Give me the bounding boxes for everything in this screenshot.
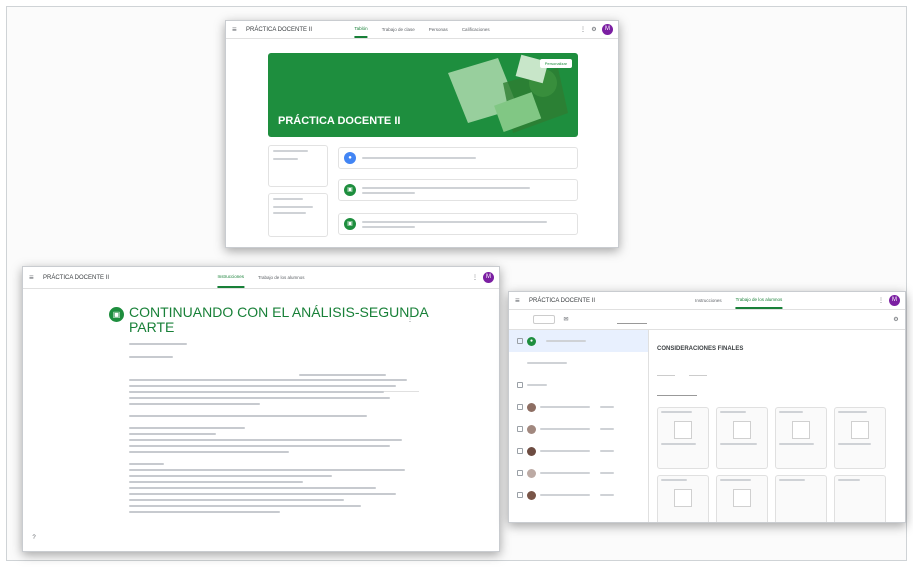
section-heading: CONSIDERACIONES FINALES bbox=[657, 346, 744, 352]
avatar[interactable]: M bbox=[483, 272, 494, 283]
help-icon[interactable]: ? bbox=[31, 535, 37, 541]
list-item[interactable] bbox=[509, 352, 648, 374]
stats bbox=[657, 362, 707, 376]
filter-select[interactable] bbox=[657, 390, 697, 396]
class-title[interactable]: PRÁCTICA DOCENTE II bbox=[43, 275, 109, 281]
table-row[interactable] bbox=[509, 396, 648, 418]
student-work-window: ≡ PRÁCTICA DOCENTE II Instrucciones Trab… bbox=[508, 291, 906, 523]
settings-icon[interactable]: ⚙ bbox=[893, 317, 899, 323]
student-tile[interactable] bbox=[834, 475, 886, 522]
student-tile[interactable] bbox=[834, 407, 886, 469]
tab-student-work[interactable]: Trabajo de los alumnos bbox=[735, 292, 783, 309]
stream-post[interactable]: ▣ bbox=[338, 213, 578, 235]
tab-grades[interactable]: Calificaciones bbox=[462, 21, 490, 38]
mail-icon[interactable]: ✉ bbox=[563, 317, 569, 323]
list-item[interactable]: ● bbox=[509, 330, 648, 352]
stream-post[interactable]: ▣ bbox=[338, 179, 578, 201]
nav-tabs: Tablón Trabajo de clase Personas Calific… bbox=[354, 21, 490, 38]
class-code-card bbox=[268, 145, 328, 187]
share-box[interactable]: ● bbox=[338, 147, 578, 169]
student-list: ● bbox=[509, 330, 649, 522]
assignment-icon: ▣ bbox=[344, 218, 356, 230]
more-options-icon[interactable]: ⋮ bbox=[407, 317, 413, 323]
class-title[interactable]: PRÁCTICA DOCENTE II bbox=[529, 298, 595, 304]
instructions-text bbox=[129, 379, 419, 517]
tab-instructions[interactable]: Instrucciones bbox=[217, 267, 244, 288]
banner-title: PRÁCTICA DOCENTE II bbox=[278, 115, 401, 127]
class-stream-window: ≡ PRÁCTICA DOCENTE II Tablón Trabajo de … bbox=[225, 20, 619, 248]
avatar[interactable]: M bbox=[602, 24, 613, 35]
table-row[interactable] bbox=[509, 440, 648, 462]
user-avatar: ● bbox=[344, 152, 356, 164]
assignment-icon: ▣ bbox=[109, 307, 124, 322]
turned-in-stat bbox=[657, 362, 675, 376]
nav-tabs: Instrucciones Trabajo de los alumnos bbox=[695, 292, 783, 309]
upcoming-card bbox=[268, 193, 328, 237]
points-select[interactable] bbox=[617, 316, 647, 324]
nav-tabs: Instrucciones Trabajo de los alumnos bbox=[217, 267, 305, 288]
student-tile[interactable] bbox=[657, 475, 709, 522]
menu-icon[interactable]: ≡ bbox=[515, 296, 523, 305]
tab-classwork[interactable]: Trabajo de clase bbox=[382, 21, 415, 38]
settings-icon[interactable]: ⚙ bbox=[591, 27, 597, 33]
tab-student-work[interactable]: Trabajo de los alumnos bbox=[258, 267, 305, 288]
student-tile[interactable] bbox=[775, 407, 827, 469]
class-banner: Personalizar PRÁCTICA DOCENTE II bbox=[268, 53, 578, 137]
student-tile[interactable] bbox=[775, 475, 827, 522]
assignment-icon: ▣ bbox=[344, 184, 356, 196]
tab-people[interactable]: Personas bbox=[429, 21, 448, 38]
list-item[interactable] bbox=[509, 374, 648, 396]
class-title[interactable]: PRÁCTICA DOCENTE II bbox=[246, 27, 312, 33]
student-tile[interactable] bbox=[716, 407, 768, 469]
top-bar: ≡ PRÁCTICA DOCENTE II Instrucciones Trab… bbox=[509, 292, 905, 310]
menu-icon[interactable]: ≡ bbox=[232, 25, 240, 34]
student-tile[interactable] bbox=[716, 475, 768, 522]
menu-icon[interactable]: ≡ bbox=[29, 273, 37, 282]
table-row[interactable] bbox=[509, 418, 648, 440]
table-row[interactable] bbox=[509, 484, 648, 506]
tab-instructions[interactable]: Instrucciones bbox=[695, 292, 722, 309]
apps-icon[interactable]: ⋮ bbox=[878, 298, 884, 304]
return-button[interactable] bbox=[533, 315, 555, 324]
apps-icon[interactable]: ⋮ bbox=[472, 275, 478, 281]
top-bar: ≡ PRÁCTICA DOCENTE II Tablón Trabajo de … bbox=[226, 21, 618, 39]
toolbar: ✉ ⚙ bbox=[509, 310, 905, 330]
top-bar: ≡ PRÁCTICA DOCENTE II Instrucciones Trab… bbox=[23, 267, 499, 289]
table-row[interactable] bbox=[509, 462, 648, 484]
upcoming-sidebar bbox=[268, 145, 328, 243]
tab-stream[interactable]: Tablón bbox=[354, 21, 368, 38]
assigned-stat bbox=[689, 362, 707, 376]
assignment-title: CONTINUANDO CON EL ANÁLISIS-SEGUNDA PART… bbox=[129, 304, 428, 335]
avatar[interactable]: M bbox=[889, 295, 900, 306]
assignment-window: ≡ PRÁCTICA DOCENTE II Instrucciones Trab… bbox=[22, 266, 500, 552]
apps-icon[interactable]: ⋮ bbox=[580, 27, 586, 33]
student-tile[interactable] bbox=[657, 407, 709, 469]
customize-button[interactable]: Personalizar bbox=[539, 59, 572, 68]
